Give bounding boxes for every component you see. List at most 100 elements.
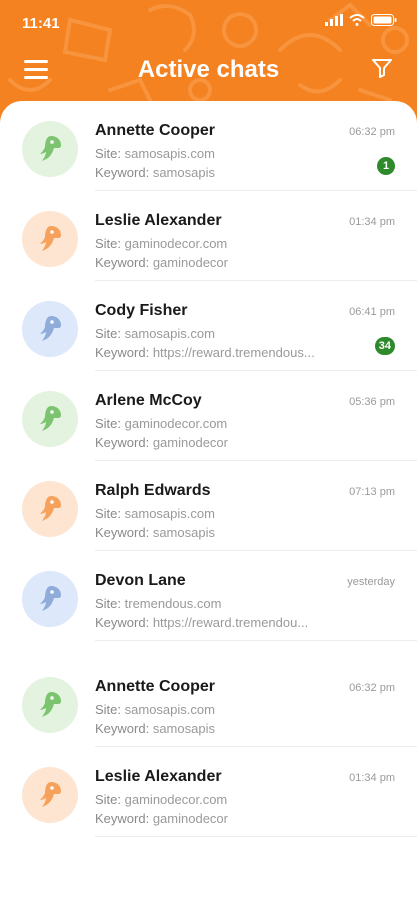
site-value: samosapis.com	[124, 326, 215, 341]
chat-list: Annette Cooper Site: samosapis.com Keywo…	[0, 101, 417, 900]
avatar	[22, 391, 78, 447]
chat-name: Devon Lane	[95, 572, 186, 589]
keyword-label: Keyword:	[95, 165, 150, 180]
site-label: Site:	[95, 146, 122, 161]
site-label: Site:	[95, 416, 122, 431]
keyword-value: samosapis	[152, 165, 215, 180]
wifi-icon	[349, 14, 365, 26]
parrot-icon	[40, 316, 61, 341]
battery-icon	[371, 14, 397, 26]
parrot-icon	[40, 406, 61, 431]
chat-name: Ralph Edwards	[95, 482, 211, 499]
chat-name: Arlene McCoy	[95, 392, 202, 409]
keyword-value: samosapis	[152, 525, 215, 540]
status-time: 11:41	[22, 15, 60, 32]
keyword-value: https://reward.tremendous...	[152, 345, 315, 360]
chat-name: Annette Cooper	[95, 122, 215, 139]
parrot-icon	[40, 586, 61, 611]
site-label: Site:	[95, 596, 122, 611]
chat-list-item[interactable]: Leslie Alexander Site: gaminodecor.com K…	[0, 191, 417, 281]
chat-keyword: Keyword: https://reward.tremendou...	[95, 615, 308, 630]
filter-button[interactable]	[371, 57, 393, 84]
chat-site: Site: gaminodecor.com	[95, 792, 227, 807]
site-label: Site:	[95, 506, 122, 521]
divider	[95, 836, 417, 837]
keyword-label: Keyword:	[95, 615, 150, 630]
chat-list-item[interactable]: Annette Cooper Site: samosapis.com Keywo…	[0, 657, 417, 747]
chat-time: 07:13 pm	[349, 486, 395, 498]
chat-list-item[interactable]: Arlene McCoy Site: gaminodecor.com Keywo…	[0, 371, 417, 461]
keyword-label: Keyword:	[95, 525, 150, 540]
site-value: samosapis.com	[124, 146, 215, 161]
avatar	[22, 481, 78, 537]
parrot-icon	[40, 226, 61, 251]
site-value: samosapis.com	[124, 702, 215, 717]
site-label: Site:	[95, 236, 122, 251]
avatar	[22, 571, 78, 627]
keyword-value: gaminodecor	[152, 811, 228, 826]
site-value: gaminodecor.com	[124, 236, 228, 251]
keyword-value: gaminodecor	[152, 435, 228, 450]
chat-name: Annette Cooper	[95, 678, 215, 695]
site-value: gaminodecor.com	[124, 792, 228, 807]
chat-list-item[interactable]: Cody Fisher Site: samosapis.com Keyword:…	[0, 281, 417, 371]
chat-keyword: Keyword: https://reward.tremendous...	[95, 345, 315, 360]
divider	[95, 640, 417, 641]
status-icons	[325, 14, 397, 26]
keyword-value: https://reward.tremendou...	[152, 615, 309, 630]
unread-badge: 1	[377, 157, 395, 175]
chat-time: yesterday	[347, 576, 395, 588]
site-value: tremendous.com	[124, 596, 222, 611]
signal-icon	[325, 14, 343, 26]
chat-name: Leslie Alexander	[95, 212, 222, 229]
chat-keyword: Keyword: gaminodecor	[95, 435, 228, 450]
chat-site: Site: samosapis.com	[95, 506, 215, 521]
parrot-icon	[40, 692, 61, 717]
keyword-label: Keyword:	[95, 345, 150, 360]
site-label: Site:	[95, 326, 122, 341]
chat-name: Leslie Alexander	[95, 768, 222, 785]
avatar	[22, 677, 78, 733]
chat-site: Site: samosapis.com	[95, 702, 215, 717]
avatar	[22, 767, 78, 823]
site-label: Site:	[95, 702, 122, 717]
chat-keyword: Keyword: gaminodecor	[95, 811, 228, 826]
avatar	[22, 301, 78, 357]
chat-time: 05:36 pm	[349, 396, 395, 408]
chat-time: 01:34 pm	[349, 216, 395, 228]
keyword-value: samosapis	[152, 721, 215, 736]
keyword-value: gaminodecor	[152, 255, 228, 270]
parrot-icon	[40, 782, 61, 807]
site-value: samosapis.com	[124, 506, 215, 521]
avatar	[22, 121, 78, 177]
site-label: Site:	[95, 792, 122, 807]
parrot-icon	[40, 136, 61, 161]
chat-site: Site: gaminodecor.com	[95, 416, 227, 431]
site-value: gaminodecor.com	[124, 416, 228, 431]
chat-list-item[interactable]: Ralph Edwards Site: samosapis.com Keywor…	[0, 461, 417, 551]
avatar	[22, 211, 78, 267]
chat-list-item[interactable]: Devon Lane Site: tremendous.com Keyword:…	[0, 551, 417, 641]
chat-site: Site: samosapis.com	[95, 326, 215, 341]
chat-time: 01:34 pm	[349, 772, 395, 784]
chat-keyword: Keyword: gaminodecor	[95, 255, 228, 270]
keyword-label: Keyword:	[95, 255, 150, 270]
filter-icon	[372, 59, 392, 78]
keyword-label: Keyword:	[95, 435, 150, 450]
keyword-label: Keyword:	[95, 721, 150, 736]
chat-list-item[interactable]: Annette Cooper Site: samosapis.com Keywo…	[0, 101, 417, 191]
page-title: Active chats	[137, 56, 280, 83]
chat-list-item[interactable]: Leslie Alexander Site: gaminodecor.com K…	[0, 747, 417, 837]
chat-site: Site: samosapis.com	[95, 146, 215, 161]
chat-time: 06:41 pm	[349, 306, 395, 318]
chat-keyword: Keyword: samosapis	[95, 721, 215, 736]
chat-time: 06:32 pm	[349, 126, 395, 138]
chat-name: Cody Fisher	[95, 302, 188, 319]
chat-site: Site: tremendous.com	[95, 596, 221, 611]
chat-keyword: Keyword: samosapis	[95, 165, 215, 180]
chat-site: Site: gaminodecor.com	[95, 236, 227, 251]
parrot-icon	[40, 496, 61, 521]
keyword-label: Keyword:	[95, 811, 150, 826]
chat-keyword: Keyword: samosapis	[95, 525, 215, 540]
unread-badge: 34	[374, 337, 395, 355]
